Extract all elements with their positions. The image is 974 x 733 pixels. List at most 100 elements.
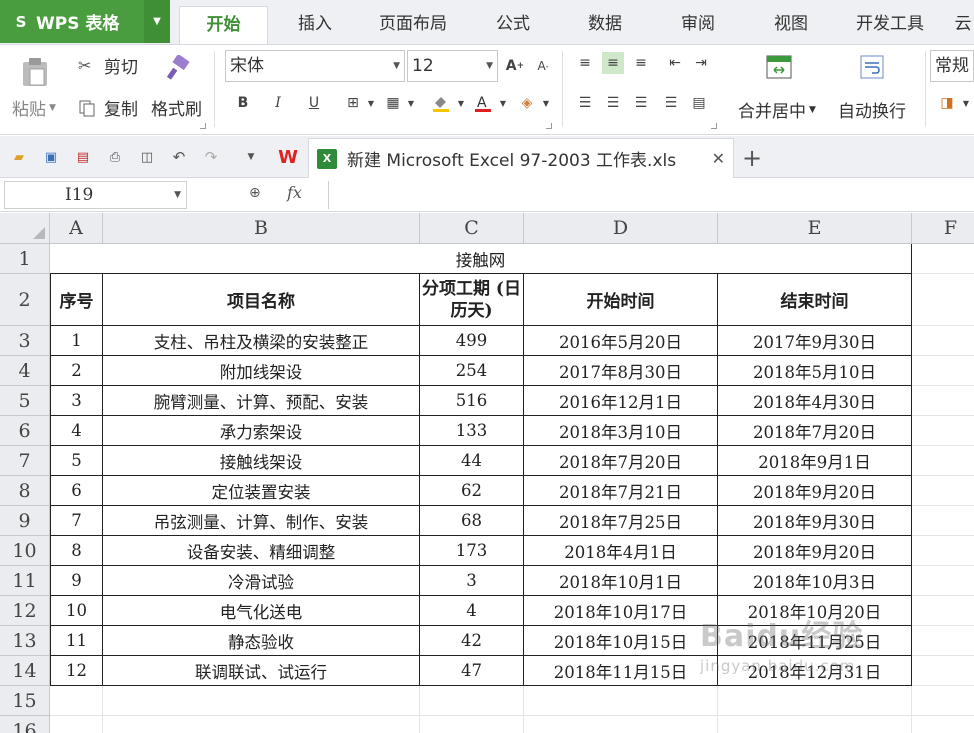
align-center-icon[interactable]: ☰ — [602, 92, 624, 114]
justify-icon[interactable]: ☰ — [660, 92, 682, 114]
bold-button[interactable]: B — [232, 92, 254, 114]
table-cell[interactable]: 3 — [50, 386, 103, 416]
table-cell[interactable]: 2018年9月20日 — [718, 536, 912, 566]
column-header-f[interactable]: F — [912, 213, 974, 244]
tab-insert[interactable]: 插入 — [282, 6, 348, 44]
underline-button[interactable]: U — [303, 92, 325, 114]
print-icon[interactable]: ⎙ — [106, 148, 124, 166]
table-cell[interactable]: 2018年9月30日 — [718, 506, 912, 536]
copy-button[interactable]: 复制 — [78, 95, 138, 120]
insert-function-button[interactable]: fx — [287, 183, 302, 202]
font-color-icon[interactable]: A — [472, 92, 494, 114]
table-cell[interactable]: 254 — [420, 356, 524, 386]
table-cell[interactable]: 42 — [420, 626, 524, 656]
spreadsheet-grid[interactable]: ABCDEF 1 2 3 4 5 6 7 8 9 10 11 12 13 14 15 16 接触网 序号 项目名称… — [0, 213, 974, 733]
header-cell[interactable]: 序号 — [50, 274, 103, 326]
table-cell[interactable]: 173 — [420, 536, 524, 566]
table-title-cell[interactable]: 接触网 — [50, 244, 912, 274]
document-tab[interactable]: X 新建 Microsoft Excel 97-2003 工作表.xls ✕ — [308, 138, 734, 178]
align-right-icon[interactable]: ☰ — [630, 92, 652, 114]
table-cell[interactable]: 133 — [420, 416, 524, 446]
align-bottom-icon[interactable]: ≡ — [630, 52, 652, 74]
table-cell[interactable]: 44 — [420, 446, 524, 476]
chevron-down-icon[interactable]: ▼ — [955, 92, 974, 114]
column-header-e[interactable]: E — [718, 213, 912, 244]
table-cell[interactable]: 腕臂测量、计算、预配、安装 — [103, 386, 420, 416]
font-name-select[interactable]: 宋体 ▼ — [225, 50, 405, 82]
merge-center-button[interactable]: 合并居中 ▼ — [738, 97, 816, 122]
row-header[interactable]: 12 — [0, 596, 50, 626]
table-cell[interactable]: 支柱、吊柱及横梁的安装整正 — [103, 326, 420, 356]
table-cell[interactable]: 7 — [50, 506, 103, 536]
save-icon[interactable]: ▣ — [42, 148, 60, 166]
clipboard-group-launcher[interactable] — [200, 123, 206, 129]
table-cell[interactable]: 2018年10月17日 — [524, 596, 718, 626]
row-header[interactable]: 2 — [0, 274, 50, 326]
row-header[interactable]: 15 — [0, 686, 50, 716]
table-cell[interactable]: 2018年10月15日 — [524, 626, 718, 656]
row-header[interactable]: 4 — [0, 356, 50, 386]
table-cell[interactable]: 2018年9月1日 — [718, 446, 912, 476]
table-cell[interactable]: 2018年9月20日 — [718, 476, 912, 506]
header-cell[interactable]: 分项工期 (日历天) — [420, 274, 524, 326]
table-cell[interactable]: 68 — [420, 506, 524, 536]
table-cell[interactable]: 2018年7月21日 — [524, 476, 718, 506]
table-cell[interactable]: 接触线架设 — [103, 446, 420, 476]
table-cell[interactable]: 2018年7月25日 — [524, 506, 718, 536]
column-header-b[interactable]: B — [103, 213, 420, 244]
cut-button[interactable]: ✂ 剪切 — [78, 53, 138, 78]
distribute-icon[interactable]: ▤ — [688, 92, 710, 114]
chevron-down-icon[interactable]: ▼ — [174, 182, 181, 208]
row-header[interactable]: 14 — [0, 656, 50, 686]
table-cell[interactable]: 62 — [420, 476, 524, 506]
table-cell[interactable]: 2 — [50, 356, 103, 386]
table-cell[interactable]: 静态验收 — [103, 626, 420, 656]
tab-view[interactable]: 视图 — [758, 6, 824, 44]
font-group-launcher[interactable] — [546, 123, 552, 129]
name-box[interactable]: I19 ▼ — [4, 181, 187, 209]
alignment-group-launcher[interactable] — [711, 123, 717, 129]
row-header[interactable]: 5 — [0, 386, 50, 416]
chevron-down-icon[interactable]: ▼ — [242, 148, 260, 166]
formula-input[interactable] — [328, 181, 974, 209]
tab-data[interactable]: 数据 — [572, 6, 638, 44]
column-header-c[interactable]: C — [420, 213, 524, 244]
fill-color-icon[interactable] — [430, 92, 452, 114]
chevron-down-icon[interactable]: ▼ — [492, 92, 514, 114]
table-cell[interactable]: 11 — [50, 626, 103, 656]
number-format-select[interactable]: 常规 — [930, 50, 974, 82]
table-cell[interactable]: 2018年7月20日 — [524, 446, 718, 476]
chevron-down-icon[interactable]: ▼ — [450, 92, 472, 114]
row-header[interactable]: 8 — [0, 476, 50, 506]
format-painter-button[interactable]: 格式刷 — [151, 95, 202, 120]
table-cell[interactable]: 47 — [420, 656, 524, 686]
row-header[interactable]: 3 — [0, 326, 50, 356]
tab-page-layout[interactable]: 页面布局 — [366, 6, 460, 44]
tab-home[interactable]: 开始 — [179, 6, 268, 44]
merge-center-icon[interactable] — [766, 55, 792, 79]
print-preview-icon[interactable]: ◫ — [138, 148, 156, 166]
align-middle-icon[interactable]: ≡ — [602, 52, 624, 74]
table-cell[interactable]: 2018年4月1日 — [524, 536, 718, 566]
table-cell[interactable]: 定位装置安装 — [103, 476, 420, 506]
row-header[interactable]: 7 — [0, 446, 50, 476]
undo-icon[interactable]: ↶ — [170, 148, 188, 166]
table-cell[interactable]: 2018年7月20日 — [718, 416, 912, 446]
table-cell[interactable]: 2016年12月1日 — [524, 386, 718, 416]
tab-review[interactable]: 审阅 — [665, 6, 731, 44]
table-cell[interactable]: 5 — [50, 446, 103, 476]
table-cell[interactable]: 9 — [50, 566, 103, 596]
header-cell[interactable]: 结束时间 — [718, 274, 912, 326]
increase-indent-icon[interactable]: ⇥ — [690, 52, 712, 74]
tab-cloud[interactable]: 云 — [952, 6, 974, 44]
table-cell[interactable]: 12 — [50, 656, 103, 686]
table-cell[interactable]: 1 — [50, 326, 103, 356]
table-cell[interactable]: 吊弦测量、计算、制作、安装 — [103, 506, 420, 536]
table-cell[interactable]: 联调联试、试运行 — [103, 656, 420, 686]
row-header[interactable]: 10 — [0, 536, 50, 566]
table-cell[interactable]: 2018年3月10日 — [524, 416, 718, 446]
paste-label[interactable]: 粘贴 ▼ — [12, 95, 56, 120]
table-cell[interactable]: 冷滑试验 — [103, 566, 420, 596]
decrease-font-icon[interactable]: A- — [532, 55, 554, 77]
search-function-icon[interactable]: ⊕ — [249, 185, 261, 201]
